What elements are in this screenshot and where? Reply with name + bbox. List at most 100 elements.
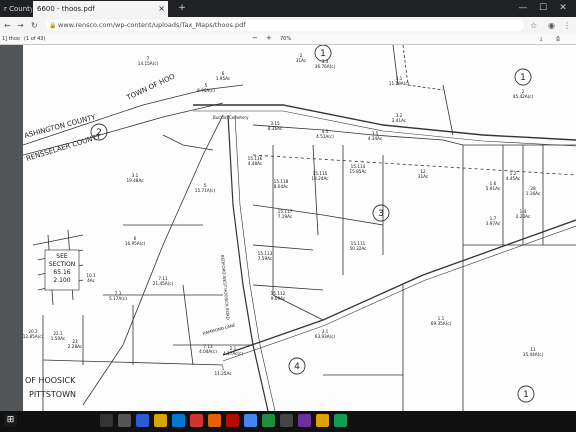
sheet-number: 3 [378, 209, 384, 219]
lock-icon: 🔒 [49, 22, 57, 29]
parcel-area: 31Ac [296, 58, 307, 63]
tax-map-drawing: 1 2 3 4 1 1 ASHINGTON COUNTY RENSSELAER … [23, 45, 576, 411]
tax-map-page: 1 2 3 4 1 1 ASHINGTON COUNTY RENSSELAER … [23, 45, 576, 411]
parcel-area: 1.50Ac [51, 336, 66, 341]
parcel-area: 31Ac [418, 174, 429, 179]
parcel-area: 5.17A(c) [109, 296, 127, 301]
star-icon[interactable]: ☆ [530, 20, 537, 31]
close-tab-icon[interactable]: × [158, 1, 165, 17]
parcel-area: 16.95A(c) [125, 241, 146, 246]
parcel-area: 1.16Ac [526, 191, 541, 196]
pdf-viewer[interactable]: 1 2 3 4 1 1 ASHINGTON COUNTY RENSSELAER … [0, 45, 576, 411]
parcel-area: 7.59Ac [258, 256, 273, 261]
road-line [193, 104, 576, 141]
parcel-area: 11.19A(c) [389, 81, 410, 86]
parcel-area: 4Ac [87, 278, 95, 283]
parcel-area: 8.96A(c) [197, 88, 215, 93]
town-label: TOWN OF HOO [125, 72, 177, 102]
parcel-area: 2.28Ac [68, 344, 83, 349]
browser-toolbar: ← → ↻ 🔒 www.rensco.com/wp-content/upload… [0, 17, 576, 35]
parcel-area: 15.85Ac [349, 169, 367, 174]
see-section-text: 65.16 [53, 269, 70, 276]
parcel-area: 2.41Ac [392, 118, 407, 123]
parcel-area: 12.85A(c) [23, 334, 44, 339]
parcel-area: 63.93A(c) [315, 334, 336, 339]
see-section-text: SEE [56, 253, 68, 260]
tab-label: 6600 - thoos.pdf [37, 5, 95, 13]
parcel-area: 5.91Ac [486, 186, 501, 191]
parcel-area: 19.48Ac [126, 178, 144, 183]
address-bar[interactable]: 🔒 www.rensco.com/wp-content/uploads/Tax_… [46, 20, 524, 31]
parcel-area: 21.45A(c) [153, 281, 174, 286]
parcel-area: 14.15A(c) [138, 61, 159, 66]
parcel-area: 18.24Ac [311, 176, 329, 181]
tab-label: r County [4, 5, 32, 13]
reload-icon[interactable]: ↻ [31, 20, 38, 31]
tab-county[interactable]: r County [0, 1, 32, 17]
close-window-button[interactable]: ✕ [553, 0, 573, 17]
app-icon[interactable] [334, 414, 347, 427]
parcel-area: 4.51A(c) [316, 134, 334, 139]
town-label: PITTSTOWN [29, 390, 76, 399]
taskbar: ⊞ [0, 411, 576, 432]
print-icon[interactable]: ⎙ [556, 35, 560, 43]
minimize-button[interactable]: — [513, 0, 533, 17]
tab-pdf[interactable]: 6600 - thoos.pdf × [33, 1, 168, 17]
start-icon[interactable]: ⊞ [4, 414, 17, 427]
browser-tab-bar: r County 6600 - thoos.pdf × + — ☐ ✕ [0, 0, 576, 17]
edge-icon[interactable] [136, 414, 149, 427]
folder-icon[interactable] [154, 414, 167, 427]
pdf-toolbar: 1] thoo (1 of 43) − + 70% ⤓ ⎙ [0, 34, 576, 45]
parcel-area: 4.04A(c) [199, 349, 217, 354]
parcel-area: 1.95Ac [216, 76, 231, 81]
maximize-button[interactable]: ☐ [533, 0, 553, 17]
app-icon[interactable] [298, 414, 311, 427]
town-label: OF HOOSICK [25, 376, 76, 385]
sheet-number: 1 [320, 49, 326, 59]
sheet-number: 1 [523, 390, 529, 400]
parcel-area: 45.42A(c) [513, 94, 534, 99]
parcel-area: 2.20Ac [516, 214, 531, 219]
page-count: (1 of 43) [24, 36, 46, 42]
search-icon[interactable] [100, 414, 113, 427]
url-text: www.rensco.com/wp-content/uploads/Tax_Ma… [58, 21, 246, 29]
download-icon[interactable]: ⤓ [540, 35, 542, 43]
zoom-out-button[interactable]: − [252, 34, 258, 42]
parcel-area: 7.19Ac [278, 214, 293, 219]
parcel-area: 69.35A(c) [431, 321, 452, 326]
sheet-number: 4 [294, 362, 300, 372]
forward-icon[interactable]: → [17, 20, 24, 31]
store-icon[interactable] [172, 414, 185, 427]
see-section-text: 2.100 [53, 277, 70, 284]
cemetery-label: Bucklin Cemetery [213, 115, 249, 120]
zoom-in-button[interactable]: + [266, 34, 272, 42]
parcel-area: 35.44A(c) [523, 352, 544, 357]
county-label: RENSSELAER COUNTY [25, 132, 102, 163]
parcel-area: 4.34Ac [368, 136, 383, 141]
app-icon[interactable] [280, 414, 293, 427]
parcel-area: 15.71A(c) [195, 188, 216, 193]
parcel-area: 50.32Ac [349, 246, 367, 251]
task-view-icon[interactable] [118, 414, 131, 427]
new-tab-button[interactable]: + [172, 0, 192, 17]
acrobat-icon[interactable] [226, 414, 239, 427]
parcel-area: 3.97Ac [486, 221, 501, 226]
app-icon[interactable] [316, 414, 329, 427]
menu-icon[interactable]: ⋮ [563, 20, 571, 31]
app-icon[interactable] [190, 414, 203, 427]
app-icon[interactable] [262, 414, 275, 427]
parcel-labels: 3.336.76A(c)231Ac3.111.19A(c)3.22.41Ac24… [23, 53, 544, 376]
see-section-text: SECTION [49, 261, 75, 268]
back-icon[interactable]: ← [4, 20, 11, 31]
road-label: HAMMOND LANE [202, 322, 236, 336]
zoom-level[interactable]: 70% [280, 35, 291, 43]
chrome-icon[interactable] [244, 414, 257, 427]
file-name-label: 1] thoo [2, 36, 20, 42]
parcel-area: 8.36Ac [268, 126, 283, 131]
parcel-area: 8.04Ac [274, 184, 289, 189]
parcel-area: 4.45Ac [506, 176, 521, 181]
sheet-number: 1 [520, 73, 526, 83]
parcel-area: 4.17Ac(c) [223, 351, 243, 356]
firefox-icon[interactable] [208, 414, 221, 427]
extensions-icon[interactable]: ◉ [548, 20, 555, 31]
